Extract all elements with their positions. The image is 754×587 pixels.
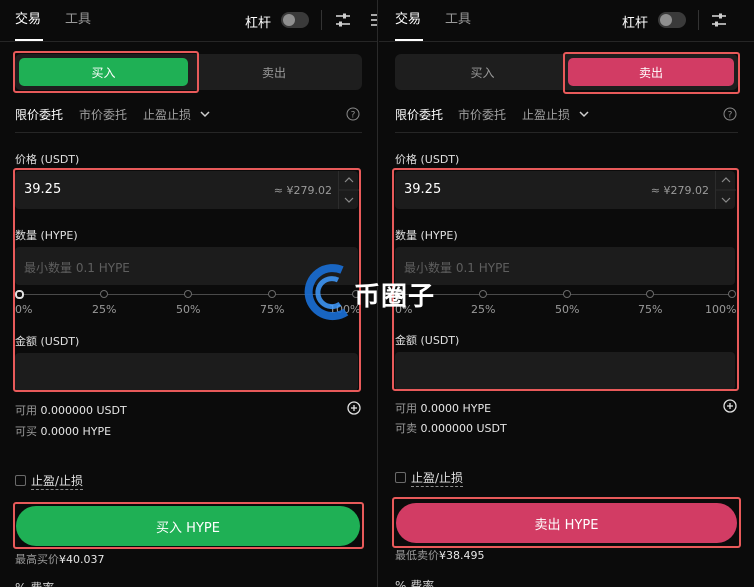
percent-label[interactable]: 25% — [471, 303, 495, 316]
percent-label[interactable]: 0% — [395, 303, 412, 316]
price-value: 39.25 — [404, 182, 442, 197]
amount-label: 金额 (USDT) — [395, 334, 460, 347]
slider-handle[interactable] — [395, 290, 404, 299]
leverage-label: 杠杆 — [622, 16, 649, 31]
buy-side-button[interactable]: 买入 — [399, 58, 566, 86]
leverage-label: 杠杆 — [245, 16, 272, 31]
max-buy: 可买 0.0000 HYPE — [15, 425, 112, 438]
fee-label: % 费率 — [395, 579, 435, 587]
help-icon[interactable]: ? — [723, 107, 737, 121]
chevron-up-icon[interactable] — [339, 171, 359, 209]
available-balance: 可用 0.000000 USDT — [15, 404, 127, 417]
buy-submit-button[interactable]: 买入 HYPE — [16, 506, 360, 546]
sliders-icon[interactable] — [709, 10, 729, 30]
toggle-knob — [283, 14, 295, 26]
price-approx: ≈ ¥279.02 — [650, 184, 709, 197]
order-type-market[interactable]: 市价委托 — [79, 106, 127, 123]
percent-label[interactable]: 75% — [638, 303, 662, 316]
sliders-icon[interactable] — [333, 10, 353, 30]
percent-label[interactable]: 50% — [555, 303, 579, 316]
divider — [698, 10, 699, 30]
quantity-input[interactable]: 最小数量 0.1 HYPE — [395, 247, 735, 285]
slider-step[interactable] — [646, 290, 654, 298]
price-label: 价格 (USDT) — [15, 153, 80, 166]
divider — [395, 132, 738, 133]
plus-circle-icon[interactable] — [347, 401, 361, 415]
max-sell: 可卖 0.000000 USDT — [395, 422, 507, 435]
percent-label[interactable]: 75% — [260, 303, 284, 316]
slider-step[interactable] — [184, 290, 192, 298]
price-label: 价格 (USDT) — [395, 153, 460, 166]
order-type-limit[interactable]: 限价委托 — [15, 106, 63, 123]
order-type-tpsl[interactable]: 止盈止损 — [522, 106, 570, 123]
slider-step[interactable] — [479, 290, 487, 298]
sell-panel: 交易 工具 杠杆 买入 卖出 限价委托 市价委托 止盈止损 ? 价格 (USDT… — [379, 0, 754, 587]
plus-circle-icon[interactable] — [723, 399, 737, 413]
tab-underline — [15, 39, 43, 41]
chevron-down-icon[interactable] — [579, 110, 589, 118]
best-price: 最高买价¥40.037 — [15, 553, 105, 566]
menu-icon[interactable] — [366, 10, 378, 30]
toggle-knob — [660, 14, 672, 26]
tpsl-checkbox[interactable] — [395, 472, 406, 483]
svg-text:?: ? — [351, 111, 356, 121]
tab-underline — [395, 39, 423, 41]
divider — [15, 132, 362, 133]
tpsl-label[interactable]: 止盈/止损 — [411, 469, 464, 487]
price-approx: ≈ ¥279.02 — [273, 184, 332, 197]
available-balance: 可用 0.0000 HYPE — [395, 402, 492, 415]
slider-step[interactable] — [268, 290, 276, 298]
quantity-label: 数量 (HYPE) — [395, 229, 458, 242]
quantity-label: 数量 (HYPE) — [15, 229, 78, 242]
leverage-toggle[interactable] — [658, 12, 686, 28]
slider-handle[interactable] — [15, 290, 24, 299]
chevron-up-icon[interactable] — [716, 171, 736, 209]
chevron-down-icon[interactable] — [200, 110, 210, 118]
buy-side-button[interactable]: 买入 — [19, 58, 188, 86]
price-value: 39.25 — [24, 182, 62, 197]
tpsl-checkbox[interactable] — [15, 475, 26, 486]
svg-text:?: ? — [728, 111, 733, 121]
tab-trade[interactable]: 交易 — [395, 11, 421, 29]
order-type-limit[interactable]: 限价委托 — [395, 106, 443, 123]
price-input[interactable]: 39.25 ≈ ¥279.02 — [15, 171, 359, 209]
side-switch: 买入 卖出 — [15, 54, 362, 90]
percent-label[interactable]: 50% — [176, 303, 200, 316]
percent-label[interactable]: 0% — [15, 303, 32, 316]
slider-step[interactable] — [728, 290, 736, 298]
order-type-market[interactable]: 市价委托 — [458, 106, 506, 123]
tpsl-label[interactable]: 止盈/止损 — [31, 472, 84, 490]
price-input[interactable]: 39.25 ≈ ¥279.02 — [395, 171, 736, 209]
top-bar: 交易 工具 杠杆 — [379, 0, 754, 42]
leverage-toggle[interactable] — [281, 12, 309, 28]
sell-side-button[interactable]: 卖出 — [190, 58, 358, 86]
top-bar: 交易 工具 杠杆 — [0, 0, 377, 42]
percent-label[interactable]: 100% — [329, 303, 360, 316]
order-type-tpsl[interactable]: 止盈止损 — [143, 106, 191, 123]
fee-label: % 费率 — [15, 579, 54, 587]
tab-trade[interactable]: 交易 — [15, 11, 41, 29]
tab-tools[interactable]: 工具 — [445, 11, 471, 29]
divider — [321, 10, 322, 30]
quantity-placeholder: 最小数量 0.1 HYPE — [404, 261, 510, 275]
amount-input[interactable] — [395, 352, 735, 390]
sell-side-button[interactable]: 卖出 — [568, 58, 734, 86]
price-stepper[interactable] — [338, 171, 359, 209]
quantity-placeholder: 最小数量 0.1 HYPE — [24, 261, 130, 275]
slider-step[interactable] — [563, 290, 571, 298]
amount-label: 金额 (USDT) — [15, 335, 80, 348]
quantity-input[interactable]: 最小数量 0.1 HYPE — [15, 247, 358, 285]
percent-label[interactable]: 25% — [92, 303, 116, 316]
side-switch: 买入 卖出 — [395, 54, 738, 90]
tab-tools[interactable]: 工具 — [65, 11, 91, 29]
amount-input[interactable] — [15, 353, 358, 391]
sell-submit-button[interactable]: 卖出 HYPE — [396, 503, 737, 543]
slider-step[interactable] — [352, 290, 360, 298]
buy-panel: 交易 工具 杠杆 买入 卖出 限价委托 市价委托 止盈止损 ? 价格 (USDT… — [0, 0, 378, 587]
best-price: 最低卖价¥38.495 — [395, 549, 485, 562]
help-icon[interactable]: ? — [346, 107, 360, 121]
price-stepper[interactable] — [715, 171, 736, 209]
slider-step[interactable] — [100, 290, 108, 298]
percent-label[interactable]: 100% — [705, 303, 736, 316]
